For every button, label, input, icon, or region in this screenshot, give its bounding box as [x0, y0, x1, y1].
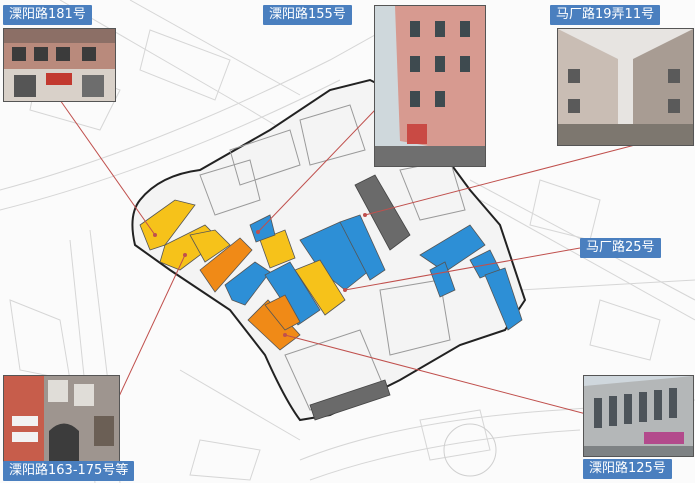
label-liyang-125: 溧阳路125号 — [583, 459, 672, 479]
label-liyang-155: 溧阳路155号 — [263, 5, 352, 25]
photo-liyang-163-175 — [3, 375, 120, 464]
label-liyang-163-175: 溧阳路163-175号等 — [3, 461, 135, 481]
photo-liyang-181 — [3, 28, 116, 102]
label-machang-19-11: 马厂路19弄11号 — [550, 5, 661, 25]
label-liyang-181: 溧阳路181号 — [3, 5, 92, 25]
photo-machang-19-11 — [557, 28, 694, 146]
photo-liyang-125 — [583, 375, 694, 457]
photo-liyang-155 — [374, 5, 486, 167]
label-machang-25: 马厂路25号 — [580, 238, 661, 258]
